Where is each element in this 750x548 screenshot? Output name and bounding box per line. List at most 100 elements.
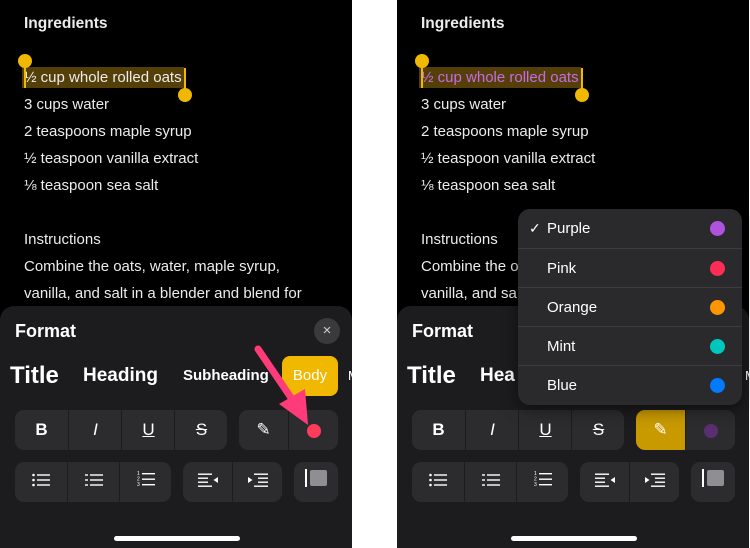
block-quote-icon (702, 469, 724, 487)
mint-swatch-icon (710, 339, 725, 354)
indent-icon (645, 473, 665, 487)
color-option-label: Blue (547, 377, 578, 394)
bulleted-list-icon (429, 473, 447, 487)
indent-icon (248, 473, 268, 487)
numbered-list-button[interactable]: 123 (119, 462, 171, 502)
svg-text:3: 3 (534, 482, 537, 487)
home-indicator (511, 536, 637, 541)
list-group: 123 (412, 462, 568, 502)
color-option-pink[interactable]: Pink (518, 248, 742, 288)
bulleted-list-icon (32, 473, 50, 487)
text-style-group: B I U S (412, 410, 624, 450)
style-heading-button[interactable]: Hea (480, 356, 515, 396)
note-line[interactable]: vanilla, and sa (421, 285, 517, 302)
note-line-oats[interactable]: ½ cup whole rolled oats (419, 67, 581, 88)
highlight-color-button[interactable] (685, 410, 735, 450)
close-icon: × (322, 322, 332, 339)
note-line[interactable]: ⅛ teaspoon sea salt (24, 177, 158, 194)
numbered-list-icon: 123 (534, 471, 552, 488)
note-heading: Ingredients (421, 15, 505, 32)
block-quote-icon (305, 469, 327, 487)
format-title: Format (15, 321, 77, 341)
color-dot-icon (704, 423, 718, 438)
underline-button[interactable]: U (121, 410, 175, 450)
orange-swatch-icon (710, 300, 725, 315)
strikethrough-button[interactable]: S (571, 410, 624, 450)
color-option-blue[interactable]: Blue (518, 365, 742, 405)
pencil-icon: ✎ (653, 420, 668, 439)
italic-button[interactable]: I (68, 410, 122, 450)
svg-text:3: 3 (137, 482, 140, 487)
color-option-mint[interactable]: Mint (518, 326, 742, 366)
highlight-group: ✎ (636, 410, 735, 450)
selected-text[interactable]: ½ cup whole rolled oats (419, 67, 581, 88)
selected-text[interactable]: ½ cup whole rolled oats (22, 67, 184, 88)
color-option-orange[interactable]: Orange (518, 287, 742, 327)
outdent-button[interactable] (183, 462, 232, 502)
numbered-list-button[interactable]: 123 (516, 462, 568, 502)
block-quote-button[interactable] (294, 462, 338, 502)
style-more-button[interactable]: M (745, 356, 749, 396)
indent-group (183, 462, 282, 502)
indent-button[interactable] (232, 462, 282, 502)
bulleted-list-button[interactable] (15, 462, 67, 502)
style-heading-button[interactable]: Heading (83, 356, 158, 396)
note-line[interactable]: ½ teaspoon vanilla extract (24, 150, 198, 167)
indent-group (580, 462, 679, 502)
bulleted-list-button[interactable] (412, 462, 464, 502)
selection-end-handle[interactable] (575, 88, 589, 102)
pink-swatch-icon (710, 261, 725, 276)
highlight-button[interactable]: ✎ (636, 410, 685, 450)
close-button[interactable]: × (314, 318, 340, 344)
color-option-purple[interactable]: ✓ Purple (518, 209, 742, 248)
note-line[interactable]: 3 cups water (421, 96, 506, 113)
dashed-list-icon (482, 474, 500, 486)
bold-button[interactable]: B (412, 410, 465, 450)
numbered-list-icon: 123 (137, 471, 155, 488)
note-line[interactable]: ⅛ teaspoon sea salt (421, 177, 555, 194)
note-line[interactable]: 2 teaspoons maple syrup (24, 123, 192, 140)
dashed-list-button[interactable] (464, 462, 517, 502)
style-more-button[interactable]: M (348, 356, 352, 396)
block-quote-group (294, 462, 338, 502)
list-group: 123 (15, 462, 171, 502)
dashed-list-button[interactable] (67, 462, 120, 502)
selection-start-bar (421, 62, 423, 88)
note-line[interactable]: Combine the oats, water, maple syrup, (24, 258, 280, 275)
outdent-icon (197, 473, 218, 487)
note-line[interactable]: vanilla, and salt in a blender and blend… (24, 285, 302, 302)
note-heading: Ingredients (24, 15, 108, 32)
text-style-group: B I U S (15, 410, 227, 450)
note-line[interactable]: Instructions (421, 231, 498, 248)
selection-start-bar (24, 62, 26, 88)
italic-button[interactable]: I (465, 410, 519, 450)
color-option-label: Pink (547, 260, 577, 277)
color-option-label: Purple (547, 220, 591, 237)
indent-button[interactable] (629, 462, 679, 502)
outdent-button[interactable] (580, 462, 629, 502)
block-quote-group (691, 462, 735, 502)
note-line-oats[interactable]: ½ cup whole rolled oats (22, 67, 184, 88)
dashed-list-icon (85, 474, 103, 486)
selection-end-handle[interactable] (178, 88, 192, 102)
purple-swatch-icon (710, 221, 725, 236)
outdent-icon (594, 473, 615, 487)
note-line[interactable]: ½ teaspoon vanilla extract (421, 150, 595, 167)
note-line[interactable]: Instructions (24, 231, 101, 248)
color-option-label: Orange (547, 299, 598, 316)
block-quote-button[interactable] (691, 462, 735, 502)
blue-swatch-icon (710, 378, 725, 393)
home-indicator (114, 536, 240, 541)
format-title: Format (412, 321, 474, 341)
note-line[interactable]: 3 cups water (24, 96, 109, 113)
note-line[interactable]: Combine the o (421, 258, 519, 275)
note-line[interactable]: 2 teaspoons maple syrup (421, 123, 589, 140)
style-title-button[interactable]: Title (10, 356, 59, 396)
checkmark-icon: ✓ (529, 220, 541, 236)
highlight-color-menu: ✓ Purple Pink Orange Mint Blue (518, 209, 742, 405)
bold-button[interactable]: B (15, 410, 68, 450)
color-option-label: Mint (547, 338, 576, 355)
style-title-button[interactable]: Title (407, 356, 456, 396)
underline-button[interactable]: U (518, 410, 572, 450)
strikethrough-button[interactable]: S (174, 410, 227, 450)
